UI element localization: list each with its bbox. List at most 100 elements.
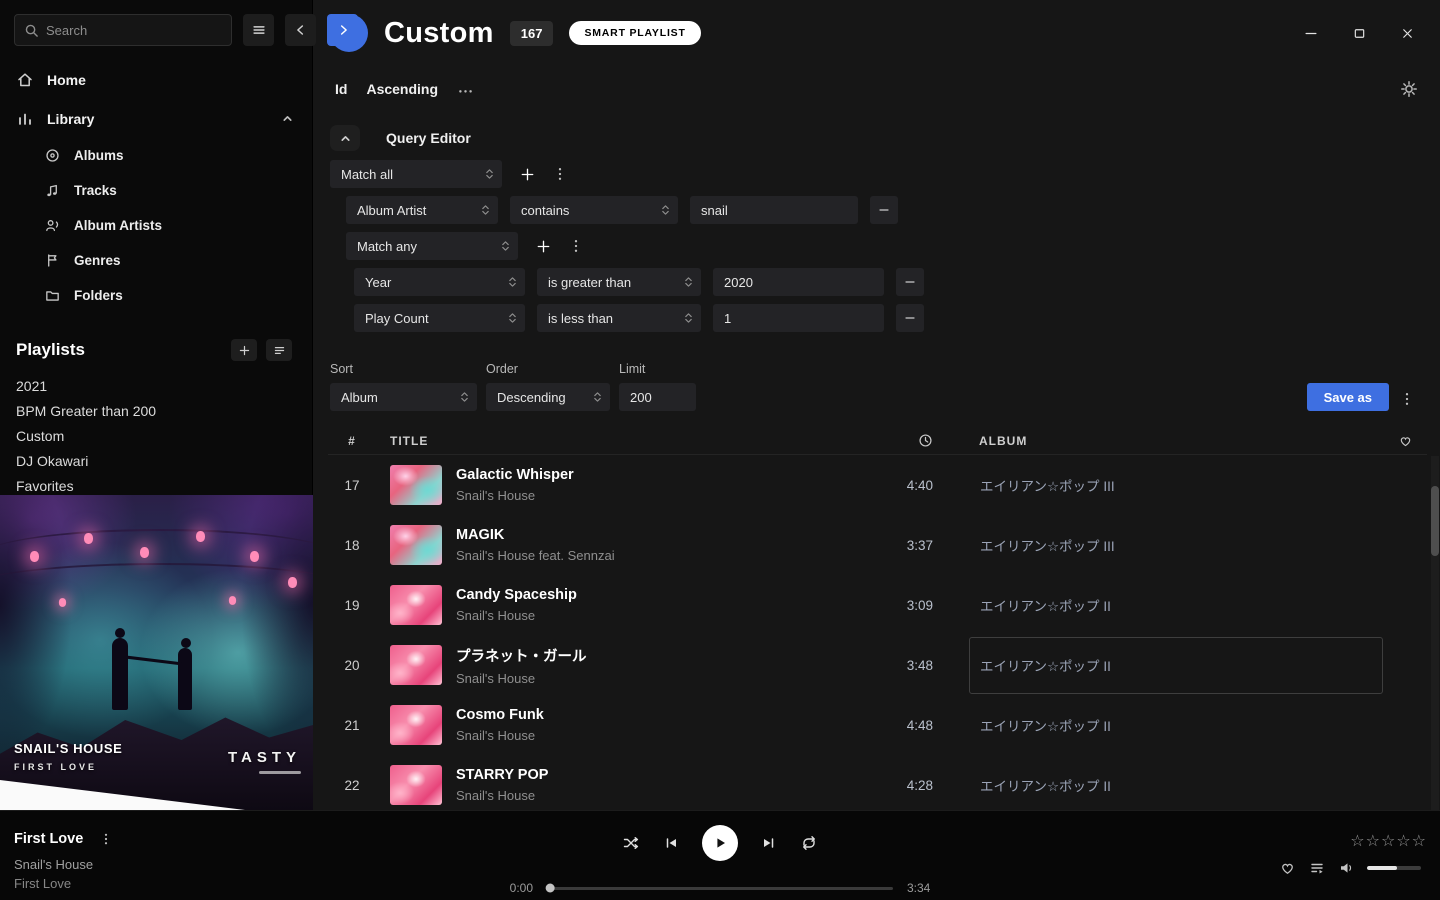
track-album-cell[interactable]: エイリアン☆ポップ II xyxy=(969,577,1383,634)
sidebar-item-library[interactable]: Library xyxy=(0,99,312,138)
chevron-up-icon[interactable] xyxy=(281,112,294,125)
remove-rule-button[interactable] xyxy=(870,196,898,224)
search-box[interactable] xyxy=(14,14,232,46)
sidebar-item-home[interactable]: Home xyxy=(0,60,312,99)
album-art-thumbnail xyxy=(390,645,442,685)
rule-field-select[interactable]: Play Count xyxy=(354,304,525,332)
sidebar-item-genres[interactable]: Genres xyxy=(0,243,312,278)
track-title: Cosmo Funk xyxy=(456,707,544,723)
scrollbar-thumb[interactable] xyxy=(1431,486,1439,556)
playlist-list-button[interactable] xyxy=(266,339,292,361)
rating-star[interactable]: ☆ xyxy=(1381,831,1395,850)
add-playlist-button[interactable] xyxy=(231,339,257,361)
volume-slider[interactable] xyxy=(1367,866,1421,870)
select-chevrons-icon xyxy=(485,167,494,181)
track-favorite-cell[interactable] xyxy=(1383,695,1427,755)
rating-star[interactable]: ☆ xyxy=(1412,831,1426,850)
rule-operator-select[interactable]: contains xyxy=(510,196,678,224)
save-options-button[interactable] xyxy=(1398,387,1416,411)
nav-forward-button[interactable] xyxy=(327,14,358,46)
rule-operator-select[interactable]: is greater than xyxy=(537,268,701,296)
table-row[interactable]: 19 Candy Spaceship Snail's House 3:09 エイ… xyxy=(328,575,1427,635)
rule-field-select[interactable]: Year xyxy=(354,268,525,296)
rule-value-input[interactable] xyxy=(713,268,884,296)
table-row[interactable]: 20 プラネット・ガール Snail's House 3:48 エイリアン☆ポッ… xyxy=(328,635,1427,695)
column-header-title[interactable]: TITLE xyxy=(376,434,853,448)
add-rule-button[interactable] xyxy=(515,161,539,187)
sidebar-item-folders[interactable]: Folders xyxy=(0,278,312,313)
remove-rule-button[interactable] xyxy=(896,304,924,332)
track-favorite-cell[interactable] xyxy=(1383,635,1427,695)
menu-button[interactable] xyxy=(243,14,274,46)
match-mode-select[interactable]: Match all xyxy=(330,160,502,188)
queue-button[interactable] xyxy=(1309,860,1325,876)
column-header-favorite[interactable] xyxy=(1383,433,1427,448)
track-favorite-cell[interactable] xyxy=(1383,455,1427,515)
nested-match-mode-select[interactable]: Match any xyxy=(346,232,518,260)
next-button[interactable] xyxy=(761,835,777,851)
sort-direction-button[interactable]: Ascending xyxy=(366,81,438,97)
now-playing-cover-art[interactable]: SNAIL'S HOUSE FIRST LOVE TASTY xyxy=(0,495,313,810)
table-row[interactable]: 22 STARRY POP Snail's House 4:28 エイリアン☆ポ… xyxy=(328,755,1427,810)
previous-button[interactable] xyxy=(663,835,679,851)
minimize-button[interactable] xyxy=(1302,24,1320,42)
search-input[interactable] xyxy=(46,23,222,38)
playlist-item[interactable]: BPM Greater than 200 xyxy=(0,399,312,424)
track-album-cell[interactable]: エイリアン☆ポップ II xyxy=(969,637,1383,694)
remove-rule-button[interactable] xyxy=(896,268,924,296)
scrollbar[interactable] xyxy=(1431,456,1439,810)
track-favorite-cell[interactable] xyxy=(1383,755,1427,810)
rule-value-input[interactable] xyxy=(713,304,884,332)
rating-star[interactable]: ☆ xyxy=(1366,831,1380,850)
rule-field-select[interactable]: Album Artist xyxy=(346,196,498,224)
track-album-cell[interactable]: エイリアン☆ポップ III xyxy=(969,457,1383,514)
column-header-number[interactable]: # xyxy=(328,434,376,448)
rating-star[interactable]: ☆ xyxy=(1396,831,1410,850)
rule-value-input[interactable] xyxy=(690,196,858,224)
sidebar-item-album-artists[interactable]: Album Artists xyxy=(0,208,312,243)
track-album-cell[interactable]: エイリアン☆ポップ III xyxy=(969,517,1383,574)
library-icon xyxy=(16,110,34,128)
column-header-duration[interactable] xyxy=(853,433,933,448)
now-playing-options-button[interactable] xyxy=(97,827,115,851)
table-row[interactable]: 21 Cosmo Funk Snail's House 4:48 エイリアン☆ポ… xyxy=(328,695,1427,755)
column-header-album[interactable]: ALBUM xyxy=(933,434,1383,448)
group-options-button[interactable] xyxy=(551,162,569,186)
shuffle-button[interactable] xyxy=(622,834,640,852)
settings-button[interactable] xyxy=(1400,80,1418,98)
rating-star[interactable]: ☆ xyxy=(1350,831,1364,850)
nav-back-button[interactable] xyxy=(285,14,316,46)
track-album-cell[interactable]: エイリアン☆ポップ II xyxy=(969,757,1383,811)
seek-handle[interactable] xyxy=(546,884,555,893)
sort-field-button[interactable]: Id xyxy=(335,81,347,97)
more-options-button[interactable] xyxy=(457,81,474,98)
maximize-button[interactable] xyxy=(1350,24,1368,42)
collapse-query-editor-button[interactable] xyxy=(330,125,360,151)
track-favorite-cell[interactable] xyxy=(1383,515,1427,575)
save-as-button[interactable]: Save as xyxy=(1307,383,1389,411)
kebab-icon xyxy=(552,165,568,183)
play-pause-button[interactable] xyxy=(702,825,738,861)
rule-operator-select[interactable]: is less than xyxy=(537,304,701,332)
limit-input[interactable] xyxy=(619,383,696,411)
now-playing-info: First Love Snail's House First Love xyxy=(14,827,115,891)
sidebar-item-tracks[interactable]: Tracks xyxy=(0,173,312,208)
nested-group-options-button[interactable] xyxy=(567,234,585,258)
track-favorite-cell[interactable] xyxy=(1383,575,1427,635)
sort-select[interactable]: Album xyxy=(330,383,477,411)
playlist-item[interactable]: Custom xyxy=(0,424,312,449)
table-row[interactable]: 17 Galactic Whisper Snail's House 4:40 エ… xyxy=(328,455,1427,515)
playlist-item[interactable]: 2021 xyxy=(0,374,312,399)
sidebar-item-albums[interactable]: Albums xyxy=(0,138,312,173)
track-album-cell[interactable]: エイリアン☆ポップ II xyxy=(969,697,1383,754)
repeat-button[interactable] xyxy=(800,834,818,852)
volume-button[interactable] xyxy=(1338,860,1354,876)
add-nested-rule-button[interactable] xyxy=(531,233,555,259)
table-row[interactable]: 18 MAGIK Snail's House feat. Sennzai 3:3… xyxy=(328,515,1427,575)
order-select[interactable]: Descending xyxy=(486,383,610,411)
playlist-item[interactable]: DJ Okawari xyxy=(0,449,312,474)
favorite-button[interactable] xyxy=(1279,859,1296,876)
page-title: Custom xyxy=(384,17,494,50)
seek-bar[interactable] xyxy=(547,887,893,890)
close-button[interactable] xyxy=(1398,24,1416,42)
